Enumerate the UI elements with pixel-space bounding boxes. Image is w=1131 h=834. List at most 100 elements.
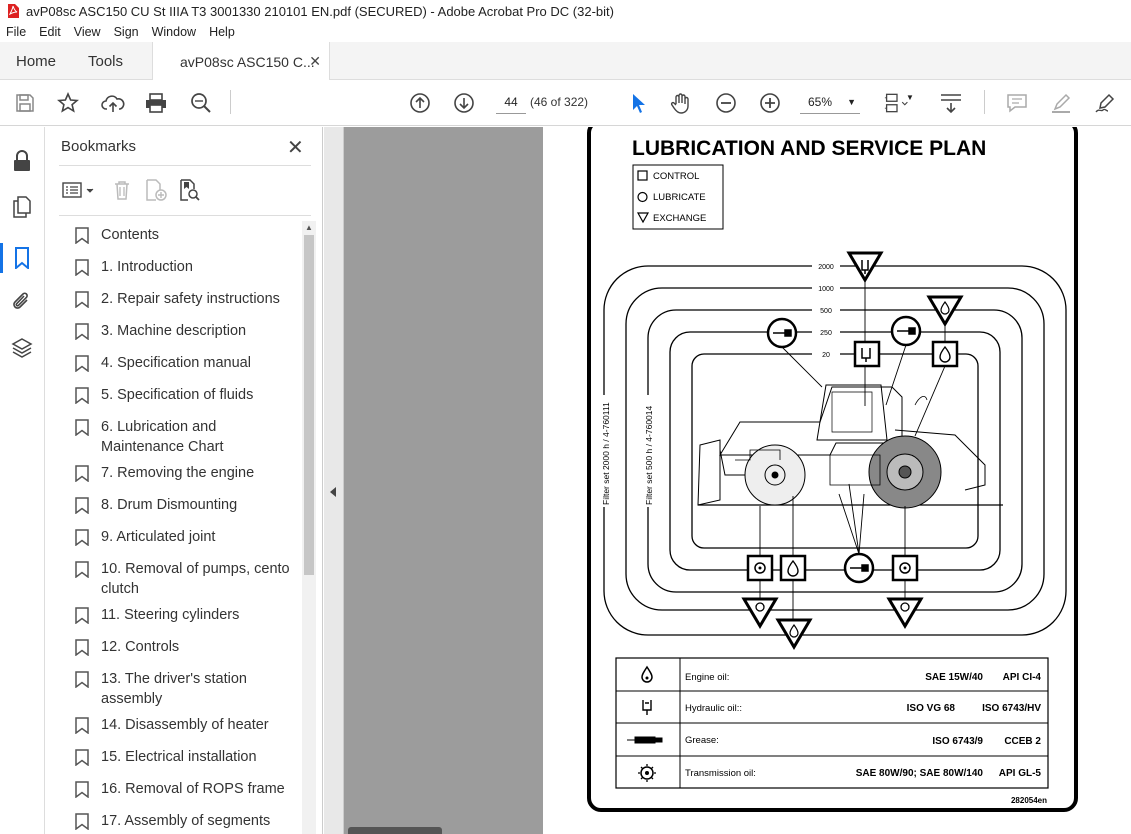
menu-window[interactable]: Window bbox=[152, 25, 196, 39]
scroll-mode-icon[interactable] bbox=[938, 90, 964, 116]
triangle-icon bbox=[636, 212, 650, 224]
tab-document[interactable]: avP08sc ASC150 C... ✕ bbox=[152, 42, 330, 81]
bookmark-star-icon[interactable] bbox=[55, 90, 81, 116]
tab-home[interactable]: Home bbox=[16, 42, 56, 80]
comment-icon[interactable] bbox=[1004, 90, 1030, 116]
new-bookmark-icon[interactable] bbox=[143, 177, 169, 203]
bookmark-label: 3. Machine description bbox=[101, 323, 247, 339]
plan-heading: LUBRICATION AND SERVICE PLAN bbox=[632, 137, 986, 160]
next-page-icon[interactable] bbox=[451, 90, 477, 116]
bookmark-flag-icon bbox=[75, 497, 89, 514]
bookmark-label: 17. Assembly of segments bbox=[101, 813, 271, 829]
bookmark-flag-icon bbox=[75, 323, 89, 340]
close-tab-icon[interactable]: ✕ bbox=[309, 53, 321, 70]
active-indicator bbox=[0, 243, 3, 273]
bookmarks-list: Contents 1. Introduction 2. Repair safet… bbox=[45, 219, 303, 834]
hand-tool-icon[interactable] bbox=[668, 90, 694, 116]
zoom-in-icon[interactable] bbox=[757, 90, 783, 116]
grease-label: Grease: bbox=[685, 735, 719, 746]
zoom-out-icon[interactable] bbox=[713, 90, 739, 116]
grease-cceb: CCEB 2 bbox=[1004, 736, 1041, 747]
bookmark-label: 13. The driver's station assembly bbox=[101, 671, 247, 707]
toolbar-separator bbox=[230, 90, 231, 114]
bookmark-flag-icon bbox=[75, 227, 89, 244]
menu-sign[interactable]: Sign bbox=[114, 25, 139, 39]
bookmark-flag-icon bbox=[75, 259, 89, 276]
bookmarks-scrollbar[interactable]: ▲ bbox=[302, 221, 316, 834]
grease-gun-icon bbox=[627, 736, 663, 744]
transmission-oil-label: Transmission oil: bbox=[685, 768, 756, 779]
bookmark-label: 9. Articulated joint bbox=[101, 529, 216, 545]
square-icon bbox=[637, 170, 648, 181]
bookmark-flag-icon bbox=[75, 529, 89, 546]
title-bar: avP08sc ASC150 CU St IIIA T3 3001330 210… bbox=[0, 0, 1131, 22]
bookmark-label: 12. Controls bbox=[101, 639, 180, 655]
bookmark-label: 16. Removal of ROPS frame bbox=[101, 781, 285, 797]
hydraulic-oil-iso: ISO 6743/HV bbox=[982, 703, 1041, 714]
save-icon[interactable] bbox=[12, 90, 38, 116]
scroll-up-icon[interactable]: ▲ bbox=[305, 223, 313, 232]
compactor-illustration bbox=[697, 384, 1003, 509]
menu-file[interactable]: File bbox=[6, 25, 26, 39]
layers-icon[interactable] bbox=[10, 336, 34, 360]
bookmark-flag-icon bbox=[75, 387, 89, 404]
document-number: 282054en bbox=[1011, 796, 1047, 805]
menu-edit[interactable]: Edit bbox=[39, 25, 61, 39]
chevron-down-icon[interactable]: ▼ bbox=[906, 93, 914, 102]
engine-oil-icon bbox=[641, 665, 653, 683]
interval-1000: 1000 bbox=[818, 286, 834, 293]
bookmark-label: 10. Removal of pumps, cento clutch bbox=[101, 561, 290, 597]
bookmark-options-icon[interactable] bbox=[61, 177, 97, 203]
attachment-paperclip-icon[interactable] bbox=[10, 289, 34, 313]
close-panel-icon[interactable]: ✕ bbox=[287, 135, 304, 160]
search-icon[interactable] bbox=[188, 90, 214, 116]
bookmark-icon[interactable] bbox=[10, 246, 34, 270]
engine-oil-spec: SAE 15W/40 bbox=[925, 672, 983, 683]
zoom-dropdown[interactable]: 65% ▼ bbox=[800, 90, 860, 114]
bookmark-label: 7. Removing the engine bbox=[101, 465, 255, 481]
bookmark-label: 4. Specification manual bbox=[101, 355, 251, 371]
hydraulic-oil-spec: ISO VG 68 bbox=[907, 703, 956, 714]
upload-cloud-icon[interactable] bbox=[100, 90, 126, 116]
interval-labels: 2000 1000 500 250 20 bbox=[812, 262, 840, 359]
zoom-value: 65% bbox=[808, 95, 833, 109]
bookmark-label: 11. Steering cylinders bbox=[101, 607, 240, 623]
bookmark-flag-icon bbox=[75, 291, 89, 308]
bookmark-flag-icon bbox=[75, 465, 89, 482]
interval-20: 20 bbox=[822, 352, 830, 359]
horizontal-scrollbar[interactable] bbox=[348, 827, 442, 834]
bookmark-label: Contents bbox=[101, 227, 160, 243]
bookmark-flag-icon bbox=[75, 717, 89, 734]
bookmark-label: 15. Electrical installation bbox=[101, 749, 257, 765]
select-cursor-icon[interactable] bbox=[625, 90, 651, 116]
lock-icon[interactable] bbox=[10, 149, 34, 173]
menu-help[interactable]: Help bbox=[209, 25, 235, 39]
divider bbox=[59, 215, 311, 216]
filter-set-500-label: Filter set 500 h / 4-760014 bbox=[644, 405, 654, 505]
find-bookmark-icon[interactable] bbox=[177, 177, 203, 203]
toolbar-separator bbox=[984, 90, 985, 114]
previous-page-icon[interactable] bbox=[407, 90, 433, 116]
delete-bookmark-icon[interactable] bbox=[109, 177, 135, 203]
scrollbar-thumb[interactable] bbox=[304, 235, 314, 575]
bookmark-flag-icon bbox=[75, 355, 89, 372]
collapse-panel-handle[interactable] bbox=[324, 127, 344, 834]
pages-thumbnails-icon[interactable] bbox=[10, 195, 34, 219]
interval-rings bbox=[603, 265, 1067, 636]
highlight-pen-icon[interactable] bbox=[1048, 90, 1074, 116]
filter-set-2000-label: Filter set 2000 h / 4-760111 bbox=[601, 402, 611, 505]
control-hydraulic-symbol bbox=[853, 340, 881, 368]
menu-view[interactable]: View bbox=[74, 25, 101, 39]
bookmarks-panel: Bookmarks ✕ Contents 1. Introduction 2. … bbox=[45, 127, 323, 834]
acrobat-window: avP08sc ASC150 CU St IIIA T3 3001330 210… bbox=[0, 0, 1131, 834]
tab-tools[interactable]: Tools bbox=[88, 42, 123, 80]
print-icon[interactable] bbox=[143, 90, 169, 116]
chevron-left-icon bbox=[330, 487, 336, 497]
bookmark-label: 2. Repair safety instructions bbox=[101, 291, 280, 307]
sign-pen-icon[interactable] bbox=[1092, 90, 1118, 116]
interval-500: 500 bbox=[820, 308, 832, 315]
legend: CONTROL LUBRICATE EXCHANGE bbox=[632, 164, 724, 230]
bookmark-flag-icon bbox=[75, 419, 89, 436]
bookmarks-toolbar bbox=[59, 177, 299, 203]
page-number-input[interactable]: 44 bbox=[496, 90, 526, 114]
